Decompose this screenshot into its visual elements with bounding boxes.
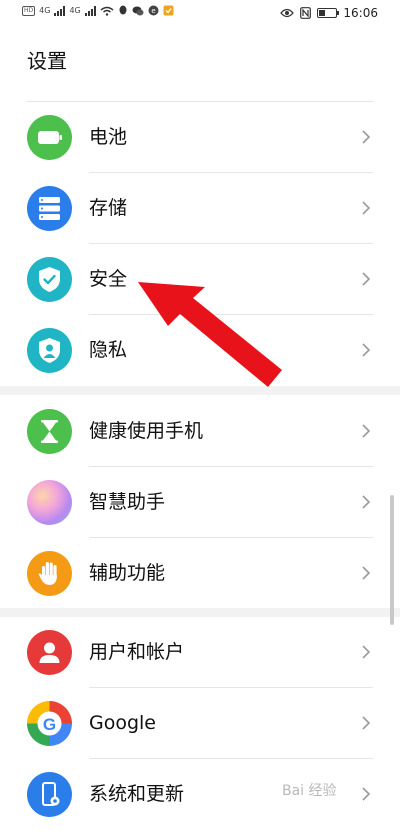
watermark: Bai 经验 <box>282 783 337 799</box>
annotation-arrow-icon <box>138 282 282 387</box>
